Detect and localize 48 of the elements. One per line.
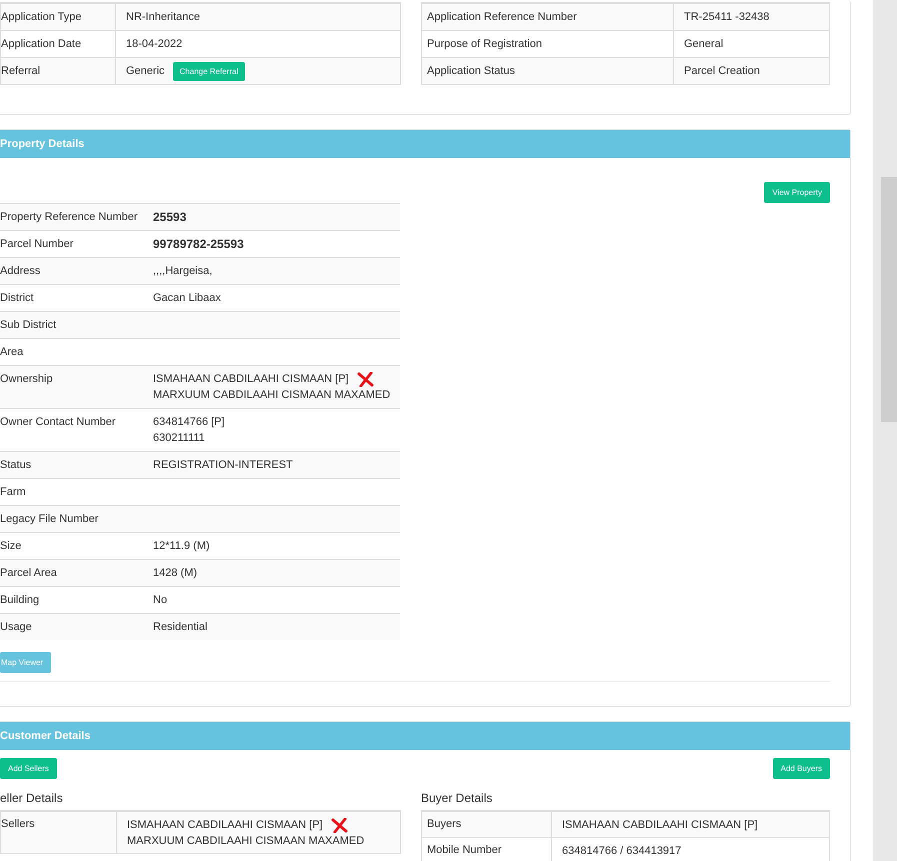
cell-value: 25593 xyxy=(153,209,186,225)
table-cell: Application Type xyxy=(0,3,116,30)
table-cell: Buyers xyxy=(422,811,552,838)
cell-value: 18-04-2022 xyxy=(126,38,182,50)
cell-value: Residential xyxy=(153,620,208,635)
cell-value: 12*11.9 (M) xyxy=(153,539,210,554)
cell-value: MARXUUM CABDILAAHI CISMAAN MAXAMED xyxy=(127,834,364,848)
change-referral-button[interactable]: Change Referral xyxy=(172,62,246,80)
table-cell: Legacy File Number xyxy=(0,506,153,532)
cell-value: REGISTRATION-INTEREST xyxy=(153,458,293,473)
table-cell: Application Reference Number xyxy=(422,3,674,30)
cell-value: No xyxy=(153,593,168,608)
map-viewer-button[interactable]: Map Viewer xyxy=(0,652,52,673)
cell-value: Gacan Libaax xyxy=(153,291,221,306)
table-cell: Sellers xyxy=(0,811,116,854)
table-cell: Property Reference Number xyxy=(0,204,153,230)
cell-value: MARXUUM CABDILAAHI CISMAAN MAXAMED xyxy=(153,388,390,403)
subsection-title: Buyer Details xyxy=(421,791,494,805)
view-property-button[interactable]: View Property xyxy=(764,182,830,203)
table-cell: Application Status xyxy=(422,58,674,84)
table-cell: Address xyxy=(0,258,153,284)
add-buyers-button[interactable]: Add Buyers xyxy=(772,758,830,779)
cell-value: ISMAHAAN CABDILAAHI CISMAAN [P] xyxy=(153,372,349,387)
cell-value: ISMAHAAN CABDILAAHI CISMAAN [P] xyxy=(127,818,323,832)
cell-value: NR-Inheritance xyxy=(126,11,200,24)
cell-value: 1428 (M) xyxy=(153,566,198,581)
cell-value: 634814766 [P] xyxy=(153,415,225,430)
cell-value: 634814766 / 634413917 xyxy=(562,844,682,858)
cell-value: ,,,,Hargeisa, xyxy=(153,264,212,279)
cell-value: 630211111 xyxy=(153,431,205,446)
add-sellers-button[interactable]: Add Sellers xyxy=(0,758,57,779)
table-cell: Status xyxy=(0,452,153,478)
table-cell: Parcel Creation xyxy=(674,58,830,84)
table-cell: Referral xyxy=(0,58,116,84)
table-cell: Mobile Number xyxy=(422,838,552,861)
table-cell: Usage xyxy=(0,614,153,640)
scrollbar[interactable] xyxy=(873,0,897,861)
cell-value: ISMAHAAN CABDILAAHI CISMAAN [P] xyxy=(562,818,758,832)
section-header: Customer Details xyxy=(0,722,850,750)
table-cell: TR-25411 -32438 xyxy=(674,3,830,30)
section-header: Property Details xyxy=(0,130,850,158)
table-cell: Sub District xyxy=(0,312,153,338)
table-cell: Parcel Area xyxy=(0,560,153,586)
cell-value: 99789782-25593 xyxy=(153,236,244,252)
scrollbar-thumb[interactable] xyxy=(881,177,897,422)
table-cell: Ownership xyxy=(0,366,153,408)
cell-value: Generic xyxy=(126,65,165,77)
subsection-title: eller Details xyxy=(0,791,64,805)
